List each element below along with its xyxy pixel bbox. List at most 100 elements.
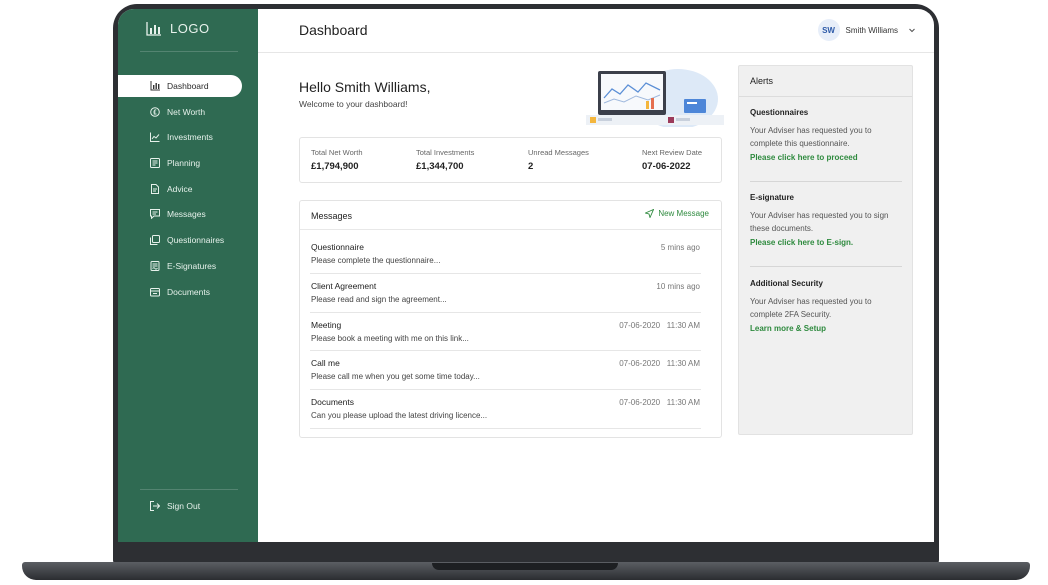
alert-divider [750,266,902,267]
alert-body: Your Adviser has requested you to comple… [750,126,872,148]
logo[interactable]: LOGO [146,21,210,36]
stat-total-net-worth: Total Net Worth £1,794,900 [311,148,363,172]
message-icon [150,209,160,220]
sidebar-item-label: Advice [167,183,193,194]
alerts-divider [739,96,912,97]
sidebar-item-planning[interactable]: Planning [118,152,258,174]
new-message-button[interactable]: New Message [645,209,709,218]
logo-divider [140,51,238,52]
sidebar-item-net-worth[interactable]: Net Worth [118,101,258,123]
pound-coin-icon [150,106,160,117]
alerts-panel: Alerts Questionnaires Your Adviser has r… [738,65,913,435]
sign-out-label: Sign Out [167,501,201,511]
logo-bar-chart-icon [146,21,161,36]
message-time: 10 mins ago [656,281,700,291]
sidebar-item-label: Investments [167,132,213,143]
message-subject: Meeting [311,319,342,330]
chevron-down-icon [909,28,915,33]
laptop-mockup: LOGO Dashboard Net Worth Investments Pla… [0,0,1048,585]
message-subject: Documents [311,397,354,408]
alert-e-signature: E-signature Your Adviser has requested y… [750,193,906,247]
stat-value: 2 [528,161,534,172]
user-name: Smith Williams [845,25,898,35]
sidebar-item-label: Documents [167,286,210,297]
top-header: Dashboard SW Smith Williams [258,9,934,53]
message-row[interactable]: Client Agreement Please read and sign th… [310,274,701,313]
message-subject: Questionnaire [311,242,364,252]
sidebar-item-questionnaires[interactable]: Questionnaires [118,229,258,251]
stat-label: Next Review Date [642,148,703,157]
trend-chart-icon [150,132,160,143]
alert-link-proceed[interactable]: Please click here to proceed [750,153,906,162]
message-subject: Call me [311,358,340,369]
planning-icon [150,158,160,169]
sidebar-nav: Dashboard Net Worth Investments Planning… [118,75,258,306]
sidebar-item-messages[interactable]: Messages [118,203,258,225]
stat-unread-messages: Unread Messages 2 [528,148,589,172]
alert-link-setup[interactable]: Learn more & Setup [750,324,906,333]
message-time: 5 mins ago [660,243,700,252]
bar-chart-icon [150,81,160,91]
message-preview: Please complete the questionnaire... [311,256,441,265]
messages-header: Messages New Message [300,201,721,230]
new-message-label: New Message [658,209,709,218]
screen: LOGO Dashboard Net Worth Investments Pla… [118,9,934,542]
sidebar-item-documents[interactable]: Documents [118,281,258,303]
send-icon [645,209,655,218]
alert-title: E-signature [750,193,795,202]
sidebar-item-advice[interactable]: Advice [118,178,258,200]
summary-stats-card: Total Net Worth £1,794,900 Total Investm… [299,137,722,183]
signout-divider [140,489,238,490]
sidebar-item-label: Questionnaires [167,235,225,246]
sidebar-item-label: E-Signatures [167,260,217,271]
sidebar-item-label: Dashboard [167,81,209,91]
message-row[interactable]: Documents Can you please upload the late… [310,390,701,429]
message-preview: Please call me when you get some time to… [311,372,480,382]
laptop-notch [432,563,618,570]
avatar: SW [817,19,840,41]
sign-out-icon [150,501,160,511]
message-time: 07-06-2020 11:30 AM [619,359,700,369]
message-row[interactable]: Call me Please call me when you get some… [310,351,701,391]
sidebar-item-investments[interactable]: Investments [118,126,258,148]
stat-label: Unread Messages [528,148,589,157]
sidebar-item-e-signatures[interactable]: E-Signatures [118,255,258,277]
message-preview: Please book a meeting with me on this li… [311,333,469,343]
message-row[interactable]: Questionnaire Please complete the questi… [310,235,701,274]
dashboard-illustration [586,69,724,127]
message-subject: Client Agreement [311,280,377,291]
messages-panel: Messages New Message Questionnaire Pleas… [299,200,722,438]
sign-out-button[interactable]: Sign Out [150,501,200,511]
alert-link-e-sign[interactable]: Please click here to E-sign. [750,238,906,247]
stat-next-review-date: Next Review Date 07-06-2022 [642,148,702,172]
sidebar-item-label: Planning [167,158,201,169]
messages-title: Messages [311,211,353,221]
alert-title: Additional Security [750,279,823,288]
signature-icon [150,260,160,271]
alert-title: Questionnaires [750,108,809,117]
sidebar-item-label: Net Worth [167,106,206,117]
sidebar-item-dashboard[interactable]: Dashboard [118,75,242,97]
stat-value: £1,344,700 [416,161,464,172]
alert-body: Your Adviser has requested you to comple… [750,297,872,319]
alert-divider [750,181,902,182]
sidebar: LOGO Dashboard Net Worth Investments Pla… [118,9,258,542]
message-time: 07-06-2020 11:30 AM [619,320,700,330]
stat-value: £1,794,900 [311,161,359,172]
page-title: Dashboard [299,22,368,38]
alert-questionnaires: Questionnaires Your Adviser has requeste… [750,108,906,162]
logo-text: LOGO [170,21,210,36]
stat-label: Total Net Worth [311,148,363,157]
message-row[interactable]: Meeting Please book a meeting with me on… [310,313,701,352]
message-preview: Can you please upload the latest driving… [311,411,488,421]
stat-label: Total Investments [416,148,475,157]
document-icon [151,183,159,194]
questionnaire-icon [150,235,160,246]
message-preview: Please read and sign the agreement... [311,294,447,304]
alerts-title: Alerts [750,76,774,86]
user-menu[interactable]: SW Smith Williams [817,19,916,41]
stat-value: 07-06-2022 [642,161,691,172]
folder-icon [150,287,160,296]
welcome-text: Welcome to your dashboard! [299,99,408,109]
messages-list: Questionnaire Please complete the questi… [310,235,701,429]
